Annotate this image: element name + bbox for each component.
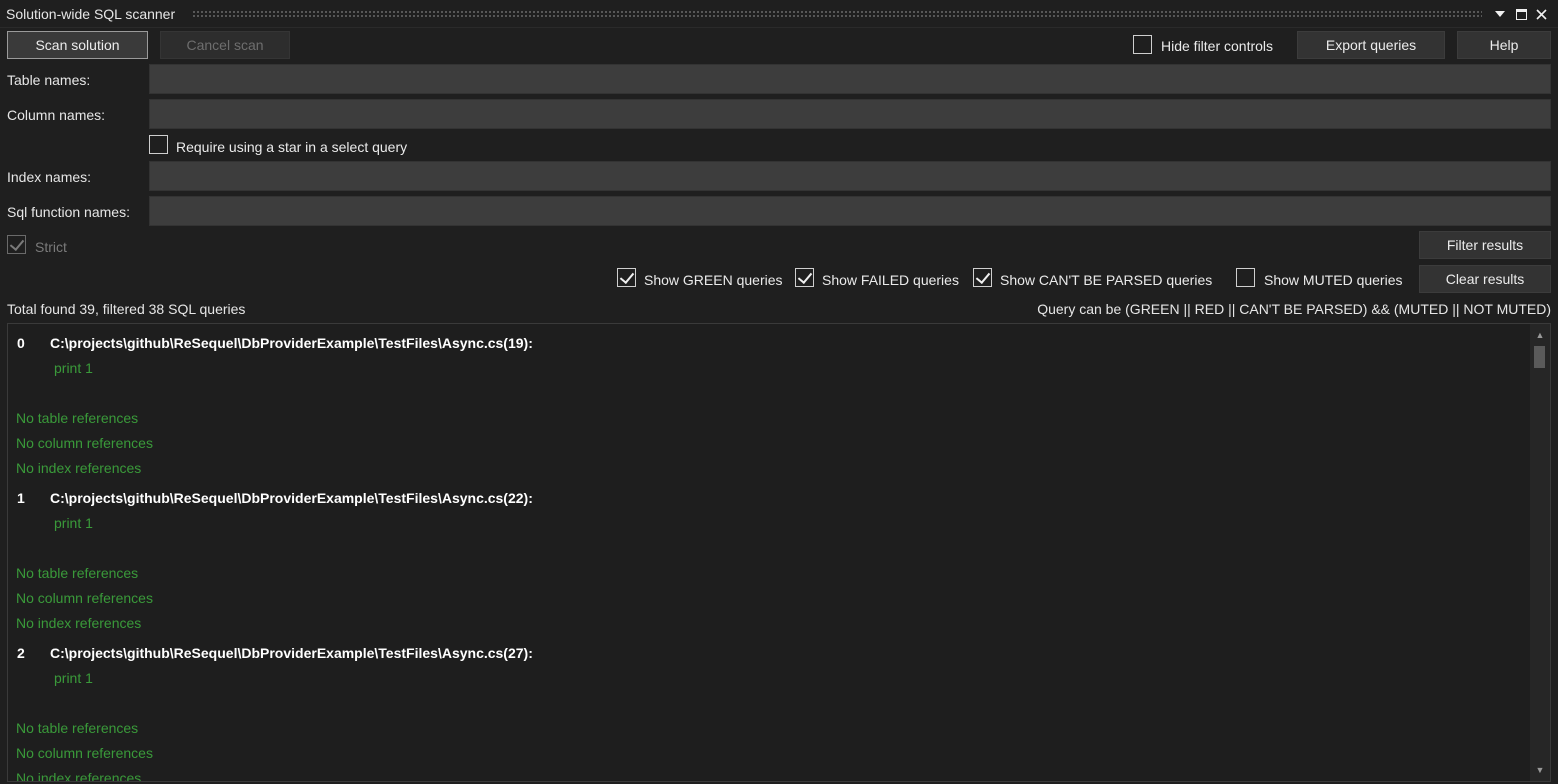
query-legend: Query can be (GREEN || RED || CAN'T BE P… (1037, 301, 1551, 317)
index-names-label: Index names: (7, 169, 92, 185)
column-references-text: No column references (16, 435, 153, 451)
results-summary: Total found 39, filtered 38 SQL queries (7, 301, 246, 317)
show-failed-label: Show FAILED queries (822, 272, 959, 288)
table-references-text: No table references (16, 720, 139, 736)
show-green-label: Show GREEN queries (644, 272, 783, 288)
result-query-text: print 1 (54, 515, 93, 531)
maximize-icon[interactable] (1512, 4, 1530, 24)
show-cant-parse-label: Show CAN'T BE PARSED queries (1000, 272, 1213, 288)
result-file-path[interactable]: C:\projects\github\ReSequel\DbProviderEx… (50, 490, 533, 506)
result-index: 2 (17, 645, 25, 661)
index-references-text: No index references (16, 615, 142, 631)
column-names-label: Column names: (7, 107, 106, 123)
column-references-text: No column references (16, 590, 153, 606)
scroll-down-icon[interactable]: ▼ (1530, 761, 1550, 779)
table-names-label: Table names: (7, 72, 91, 88)
require-star-checkbox[interactable] (149, 135, 168, 154)
result-query-text: print 1 (54, 360, 93, 376)
result-entry[interactable]: 1 C:\projects\github\ReSequel\DbProvider… (8, 490, 1518, 640)
close-icon[interactable] (1532, 4, 1550, 24)
filter-results-button[interactable]: Filter results (1419, 231, 1551, 259)
result-entry[interactable]: 0 C:\projects\github\ReSequel\DbProvider… (8, 335, 1518, 485)
title-bar: Solution-wide SQL scanner (0, 0, 1558, 28)
result-file-path[interactable]: C:\projects\github\ReSequel\DbProviderEx… (50, 335, 533, 351)
index-references-text: No index references (16, 770, 142, 782)
clear-results-button[interactable]: Clear results (1419, 265, 1551, 293)
drag-grip[interactable] (192, 10, 1482, 17)
index-references-text: No index references (16, 460, 142, 476)
hide-filter-label: Hide filter controls (1161, 38, 1274, 54)
hide-filter-checkbox[interactable] (1133, 35, 1152, 54)
scroll-thumb[interactable] (1534, 346, 1545, 368)
show-failed-checkbox[interactable] (795, 268, 814, 287)
result-file-path[interactable]: C:\projects\github\ReSequel\DbProviderEx… (50, 645, 533, 661)
function-names-input[interactable] (149, 196, 1551, 226)
show-muted-label: Show MUTED queries (1264, 272, 1403, 288)
scroll-up-icon[interactable]: ▲ (1530, 326, 1550, 344)
cancel-scan-button[interactable]: Cancel scan (160, 31, 290, 59)
results-scrollbar[interactable]: ▲ ▼ (1530, 324, 1550, 781)
window-menu-icon[interactable] (1491, 4, 1509, 24)
result-index: 1 (17, 490, 25, 506)
table-references-text: No table references (16, 565, 139, 581)
result-index: 0 (17, 335, 25, 351)
function-names-label: Sql function names: (7, 204, 130, 220)
column-names-input[interactable] (149, 99, 1551, 129)
window-title: Solution-wide SQL scanner (6, 6, 176, 22)
results-list[interactable]: 0 C:\projects\github\ReSequel\DbProvider… (7, 323, 1551, 782)
index-names-input[interactable] (149, 161, 1551, 191)
table-references-text: No table references (16, 410, 139, 426)
table-names-input[interactable] (149, 64, 1551, 94)
show-muted-checkbox[interactable] (1236, 268, 1255, 287)
show-green-checkbox[interactable] (617, 268, 636, 287)
column-references-text: No column references (16, 745, 153, 761)
result-entry[interactable]: 2 C:\projects\github\ReSequel\DbProvider… (8, 645, 1518, 782)
strict-checkbox[interactable] (7, 235, 26, 254)
strict-label: Strict (35, 239, 67, 255)
scan-solution-button[interactable]: Scan solution (7, 31, 148, 59)
result-query-text: print 1 (54, 670, 93, 686)
require-star-label: Require using a star in a select query (176, 139, 408, 155)
show-cant-parse-checkbox[interactable] (973, 268, 992, 287)
export-queries-button[interactable]: Export queries (1297, 31, 1445, 59)
help-button[interactable]: Help (1457, 31, 1551, 59)
